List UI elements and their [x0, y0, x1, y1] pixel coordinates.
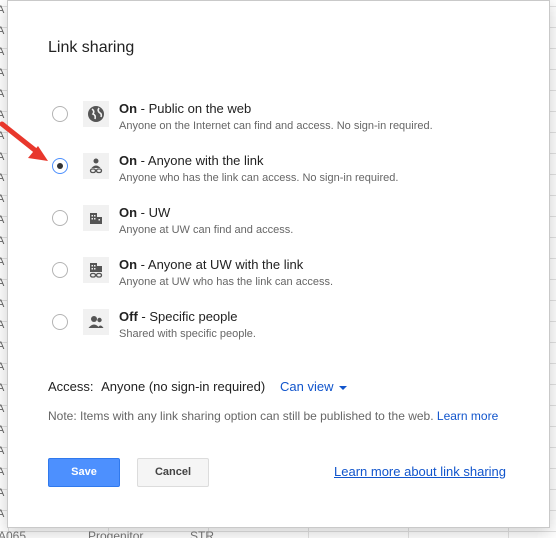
radio-uw-with-link[interactable] [52, 262, 68, 278]
globe-icon [83, 101, 109, 127]
option-title: On - Anyone at UW with the link [119, 257, 304, 272]
option-anyone-with-link[interactable]: On - Anyone with the link Anyone who has… [8, 153, 528, 197]
option-description: Anyone at UW can find and access. [119, 224, 294, 236]
option-description: Anyone who has the link can access. No s… [119, 172, 399, 184]
chevron-down-icon [339, 385, 348, 390]
option-title: On - Public on the web [119, 101, 252, 116]
annotation-arrow-icon [0, 121, 48, 161]
option-specific-people[interactable]: Off - Specific people Shared with specif… [8, 309, 528, 353]
building-link-icon [83, 257, 109, 283]
permission-dropdown[interactable]: Can view [280, 379, 348, 394]
note-text: Note: Items with any link sharing option… [48, 409, 499, 423]
save-button[interactable]: Save [48, 458, 120, 487]
link-sharing-dialog: Link sharing On - Public on the web Anyo… [7, 0, 550, 528]
dialog-title: Link sharing [48, 39, 135, 56]
option-description: Anyone on the Internet can find and acce… [119, 120, 433, 132]
access-row: Access: Anyone (no sign-in required) [48, 379, 265, 394]
background-cell: STR [190, 529, 214, 538]
access-label: Access: [48, 379, 94, 394]
cancel-button[interactable]: Cancel [137, 458, 209, 487]
radio-uw[interactable] [52, 210, 68, 226]
option-title: Off - Specific people [119, 309, 238, 324]
people-icon [83, 309, 109, 335]
option-description: Shared with specific people. [119, 328, 256, 340]
option-description: Anyone at UW who has the link can access… [119, 276, 333, 288]
option-public-on-web[interactable]: On - Public on the web Anyone on the Int… [8, 101, 528, 145]
background-cell: A065 [0, 529, 27, 538]
option-title: On - UW [119, 205, 171, 220]
option-title: On - Anyone with the link [119, 153, 264, 168]
building-icon [83, 205, 109, 231]
access-value: Anyone (no sign-in required) [101, 379, 266, 394]
person-link-icon [83, 153, 109, 179]
permission-dropdown-label: Can view [280, 379, 334, 394]
learn-more-link-sharing-link[interactable]: Learn more about link sharing [334, 464, 506, 479]
radio-specific-people[interactable] [52, 314, 68, 330]
option-uw-with-link[interactable]: On - Anyone at UW with the link Anyone a… [8, 257, 528, 301]
background-cell: Progenitor [88, 529, 144, 538]
note-learn-more-link[interactable]: Learn more [437, 409, 498, 423]
option-uw[interactable]: On - UW Anyone at UW can find and access… [8, 205, 528, 249]
